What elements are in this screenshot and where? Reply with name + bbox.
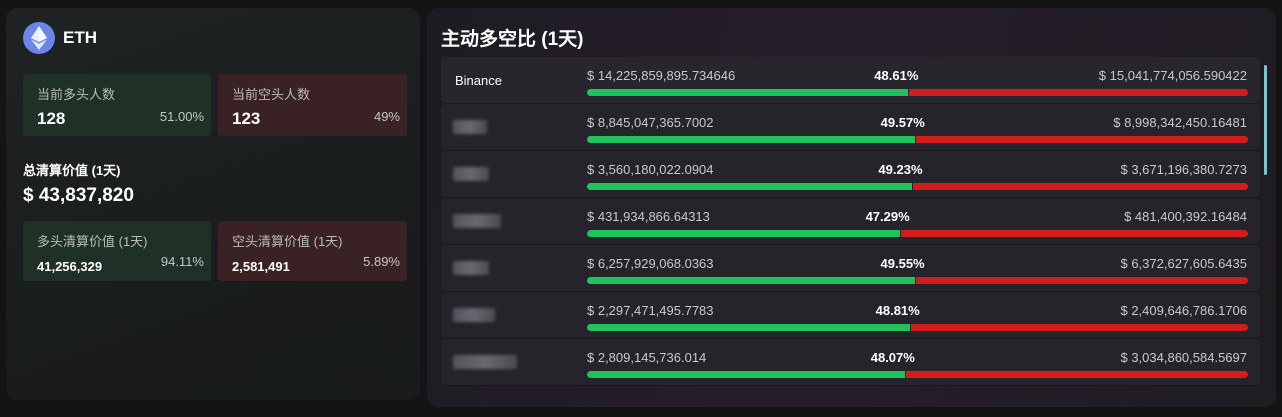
long-bar: [587, 277, 915, 284]
exchange-row[interactable]: Binance $ 14,225,859,895.734646 48.61% $ 15…: [441, 57, 1260, 104]
short-bar: [909, 89, 1248, 96]
long-volume: $ 2,297,471,495.7783: [587, 303, 714, 318]
long-count-label: 当前多头人数: [37, 87, 116, 102]
long-bar: [587, 136, 915, 143]
eth-summary-panel: ETH 当前多头人数 128 51.00% 当前空头人数 123 49% 总清算…: [6, 8, 420, 400]
exchange-list: Binance $ 14,225,859,895.734646 48.61% $ 15…: [441, 57, 1260, 386]
exchange-row[interactable]: $ 2,809,145,736.014 48.07% $ 3,034,860,584…: [441, 339, 1260, 386]
ratio-bar: [587, 277, 1248, 284]
short-liquidation-label: 空头清算价值 (1天): [232, 234, 343, 249]
short-liquidation-pct: 5.89%: [363, 254, 400, 269]
short-bar: [915, 136, 1248, 143]
short-count-pct: 49%: [373, 109, 400, 124]
exchange-name-redacted: [453, 261, 489, 275]
exchange-row[interactable]: $ 2,297,471,495.7783 48.81% $ 2,409,646,78…: [441, 292, 1260, 339]
long-bar: [587, 371, 905, 378]
long-ratio-pct: 48.81%: [875, 303, 920, 318]
coin-name: ETH: [63, 28, 97, 47]
long-volume: $ 431,934,866.64313: [587, 209, 710, 224]
short-bar: [905, 371, 1248, 378]
exchange-name-redacted: [453, 120, 487, 134]
ratio-bar: [587, 324, 1248, 331]
ratio-bar: [587, 371, 1248, 378]
long-liquidation-pct: 94.11%: [160, 254, 204, 269]
long-volume: $ 6,257,929,068.0363: [587, 256, 714, 271]
long-ratio-pct: 47.29%: [865, 209, 910, 224]
long-ratio-pct: 48.07%: [870, 350, 915, 365]
exchange-name-redacted: [453, 308, 495, 322]
short-bar: [910, 324, 1248, 331]
short-volume: $ 6,372,627,605.6435: [1120, 256, 1247, 271]
long-bar: [587, 230, 900, 237]
short-bar: [915, 277, 1248, 284]
exchange-name-redacted: [453, 167, 489, 181]
long-bar: [587, 89, 909, 96]
ratio-bar: [587, 230, 1248, 237]
long-bar: [587, 324, 910, 331]
long-ratio-pct: 48.61%: [874, 68, 919, 83]
exchange-name: Binance: [455, 73, 502, 88]
ratio-bar: [587, 136, 1248, 143]
long-ratio-pct: 49.23%: [878, 162, 923, 177]
ethereum-icon: [23, 22, 55, 54]
short-volume: $ 8,998,342,450.16481: [1113, 115, 1247, 130]
long-ratio-pct: 49.57%: [880, 115, 925, 130]
short-count-card: 当前空头人数 123 49%: [218, 74, 407, 136]
long-bar: [587, 183, 913, 190]
exchange-row[interactable]: $ 8,845,047,365.7002 49.57% $ 8,998,342,45…: [441, 104, 1260, 151]
short-bar: [900, 230, 1248, 237]
short-volume: $ 3,671,196,380.7273: [1120, 162, 1247, 177]
exchange-name-redacted: [453, 355, 517, 369]
long-volume: $ 8,845,047,365.7002: [587, 115, 714, 130]
long-ratio-pct: 49.55%: [880, 256, 925, 271]
long-liquidation-card: 多头清算价值 (1天) 41,256,329 94.11%: [23, 221, 211, 281]
total-liquidation-label: 总清算价值 (1天): [23, 163, 121, 178]
exchange-row[interactable]: $ 3,560,180,022.0904 49.23% $ 3,671,196,38…: [441, 151, 1260, 198]
short-volume: $ 481,400,392.16484: [1124, 209, 1247, 224]
long-count-pct: 51.00%: [159, 109, 204, 124]
exchange-name-redacted: [453, 214, 501, 228]
short-volume: $ 15,041,774,056.590422: [1098, 68, 1247, 83]
short-bar: [913, 183, 1248, 190]
total-liquidation-value: $ 43,837,820: [23, 185, 134, 206]
long-volume: $ 3,560,180,022.0904: [587, 162, 714, 177]
ratio-bar: [587, 183, 1248, 190]
scrollbar[interactable]: [1264, 65, 1267, 175]
short-count-label: 当前空头人数: [232, 87, 311, 102]
short-volume: $ 2,409,646,786.1706: [1120, 303, 1247, 318]
exchange-row[interactable]: $ 431,934,866.64313 47.29% $ 481,400,392.1…: [441, 198, 1260, 245]
long-liquidation-label: 多头清算价值 (1天): [37, 234, 148, 249]
ratio-bar: [587, 89, 1248, 96]
long-count-card: 当前多头人数 128 51.00%: [23, 74, 211, 136]
short-liquidation-card: 空头清算价值 (1天) 2,581,491 5.89%: [218, 221, 407, 281]
long-short-ratio-panel: 主动多空比 (1天) Binance $ 14,225,859,895.73464…: [427, 8, 1276, 407]
panel-title: 主动多空比 (1天): [441, 29, 584, 50]
long-volume: $ 14,225,859,895.734646: [587, 68, 736, 83]
coin-header: ETH: [23, 22, 97, 54]
long-volume: $ 2,809,145,736.014: [587, 350, 707, 365]
exchange-row[interactable]: $ 6,257,929,068.0363 49.55% $ 6,372,627,60…: [441, 245, 1260, 292]
short-volume: $ 3,034,860,584.5697: [1120, 350, 1247, 365]
